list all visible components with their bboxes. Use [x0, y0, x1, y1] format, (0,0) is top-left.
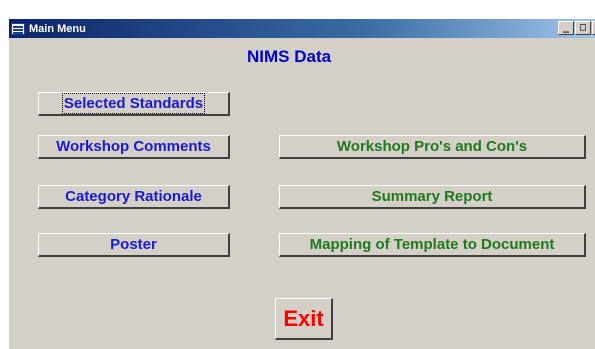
workshop-comments-label: Workshop Comments [56, 138, 211, 155]
summary-report-label: Summary Report [371, 188, 493, 205]
window-title: Main Menu [29, 22, 86, 35]
workshop-pros-cons-button[interactable]: Workshop Pro's and Con's [279, 135, 586, 159]
selected-standards-label: Selected Standards [61, 93, 206, 114]
main-menu-window: Main Menu _ □ × NIMS Data Selected Stand… [8, 18, 595, 349]
summary-report-button[interactable]: Summary Report [279, 185, 586, 209]
poster-label: Poster [110, 236, 157, 253]
exit-button[interactable]: Exit [275, 298, 333, 340]
title-bar[interactable]: Main Menu _ □ × [9, 19, 595, 38]
minimize-button[interactable]: _ [558, 21, 574, 35]
poster-button[interactable]: Poster [38, 233, 230, 257]
workshop-pros-cons-label: Workshop Pro's and Con's [336, 138, 528, 155]
form-icon [11, 22, 25, 35]
mapping-template-label: Mapping of Template to Document [309, 236, 555, 253]
category-rationale-label: Category Rationale [65, 188, 202, 205]
maximize-button[interactable]: □ [575, 21, 591, 35]
workshop-comments-button[interactable]: Workshop Comments [38, 135, 230, 159]
category-rationale-button[interactable]: Category Rationale [38, 185, 230, 209]
exit-label: Exit [283, 305, 324, 331]
form-heading: NIMS Data [247, 47, 332, 66]
mapping-template-button[interactable]: Mapping of Template to Document [279, 233, 586, 257]
selected-standards-button[interactable]: Selected Standards [38, 92, 230, 116]
